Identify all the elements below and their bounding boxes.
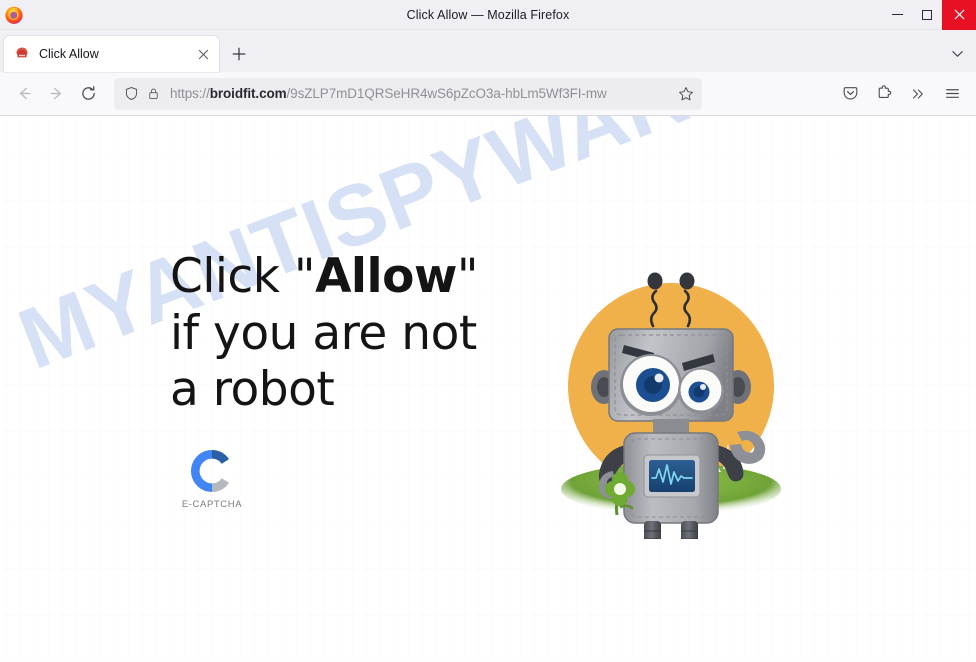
browser-tab[interactable]: Click Allow [4,36,219,72]
forward-button[interactable] [40,78,72,110]
url-scheme: https:// [170,86,210,101]
headline-emphasis: Allow [315,249,457,305]
url-bar[interactable]: https://broidfit.com/9sZLP7mD1QRSeHR4wS6… [114,77,702,110]
firefox-logo-icon [4,5,24,25]
hamburger-menu-icon[interactable] [936,78,968,110]
url-text[interactable]: https://broidfit.com/9sZLP7mD1QRSeHR4wS6… [170,86,676,101]
page-content: MYANTISPYWARE.COM Click "Allow" if you a… [0,116,976,661]
captcha-label: E-CAPTCHA [181,498,243,510]
back-button[interactable] [8,78,40,110]
e-captcha-logo-icon [189,449,235,493]
maximize-button[interactable] [912,0,942,30]
new-tab-button[interactable] [225,40,253,68]
url-path: /9sZLP7mD1QRSeHR4wS6pZcO3a-hbLm5Wf3FI-mw [286,86,607,101]
page-headline: Click "Allow" if you are not a robot [170,249,500,418]
padlock-icon[interactable] [145,85,162,102]
list-all-tabs-chevron-down-icon[interactable] [944,40,970,66]
close-tab-icon[interactable] [193,44,213,64]
url-host: broidfit.com [209,86,287,101]
toolbar-right-icons [834,78,968,110]
close-window-button[interactable] [942,0,976,30]
hero-text-column: Click "Allow" if you are not a robot E-C… [170,249,500,509]
title-bar: Click Allow — Mozilla Firefox [0,0,976,30]
captcha-badge: E-CAPTCHA [172,449,252,510]
overflow-icon[interactable] [902,78,934,110]
pocket-icon[interactable] [834,78,866,110]
extensions-icon[interactable] [868,78,900,110]
shield-icon[interactable] [123,85,140,102]
minimize-button[interactable] [882,0,912,30]
navigation-toolbar: https://broidfit.com/9sZLP7mD1QRSeHR4wS6… [0,72,976,116]
bookmark-star-icon[interactable] [676,84,696,104]
notification-bell-favicon-icon [14,46,30,62]
tab-strip: Click Allow [0,30,976,72]
hero-section: Click "Allow" if you are not a robot E-C… [0,116,976,661]
window-controls [882,0,976,30]
robot-illustration [536,239,806,539]
tab-title: Click Allow [39,47,99,61]
window-title: Click Allow — Mozilla Firefox [406,7,570,22]
headline-prefix: Click " [170,249,316,305]
reload-button[interactable] [72,78,104,110]
